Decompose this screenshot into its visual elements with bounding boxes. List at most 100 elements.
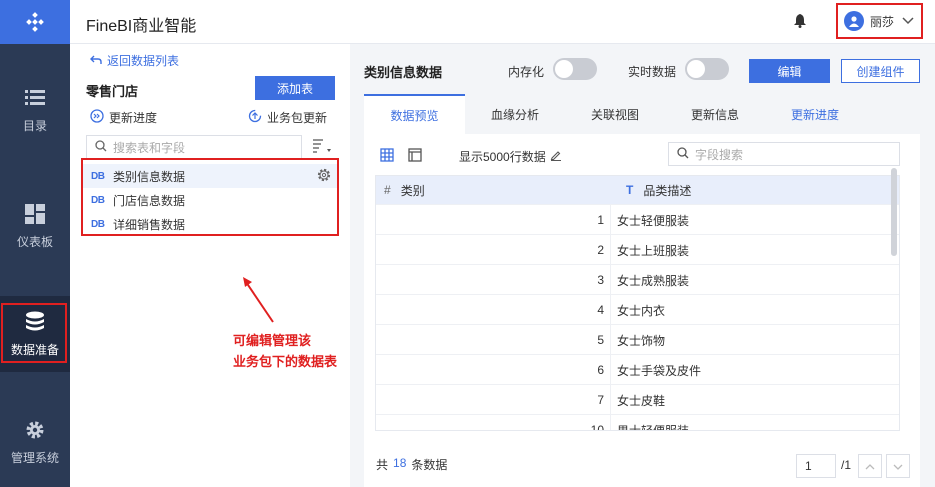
tab-relation-view[interactable]: 关联视图 — [565, 94, 665, 134]
table-row: 2 女士上班服装 — [376, 234, 899, 265]
cell-desc: 女士手袋及皮件 — [617, 363, 702, 378]
left-nav: 目录 仪表板 数据准备 管理系统 — [0, 0, 70, 487]
cell-id: 4 — [376, 295, 611, 325]
app-title: FineBI商业智能 — [86, 18, 197, 35]
realtime-label: 实时数据 — [628, 65, 677, 79]
top-bar: FineBI商业智能 丽莎 — [70, 0, 935, 44]
count-suffix: 条数据 — [411, 458, 448, 472]
db-table-icon: DB — [91, 194, 105, 206]
chevron-down-icon — [902, 14, 914, 28]
cell-id: 10 — [376, 415, 611, 430]
package-panel: 返回数据列表 零售门店 添加表 更新进度 业务包更新 搜索表和字段 DB 类别信… — [70, 44, 350, 487]
column-header[interactable]: T 品类描述 — [626, 176, 691, 204]
table-row: 6 女士手袋及皮件 — [376, 354, 899, 385]
search-icon — [95, 139, 107, 155]
back-to-list-link[interactable]: 返回数据列表 — [90, 52, 179, 69]
package-update-label: 业务包更新 — [267, 111, 328, 125]
db-table-icon: DB — [91, 218, 105, 230]
annotation-line: 业务包下的数据表 — [233, 354, 338, 369]
column-name: 类别 — [400, 183, 425, 198]
back-arrow-icon — [90, 54, 102, 68]
field-search-input[interactable]: 字段搜索 — [668, 142, 900, 166]
grid-scrollbar[interactable] — [891, 168, 897, 256]
cell-id: 3 — [376, 265, 611, 295]
column-header[interactable]: # 类别 — [384, 176, 425, 204]
page-number-input[interactable]: 1 — [796, 454, 836, 478]
bell-icon[interactable] — [794, 14, 806, 31]
cell-desc: 女士轻便服装 — [617, 213, 690, 228]
pencil-icon — [550, 149, 562, 164]
table-search-input[interactable]: 搜索表和字段 — [86, 135, 302, 159]
cell-id: 2 — [376, 235, 611, 265]
data-grid: # 类别 T 品类描述 1 女士轻便服装 2 女士上班服装 3 女士成熟服装 4 女士内… — [375, 175, 900, 431]
nav-label: 仪表板 — [16, 234, 53, 249]
highlight-box-nav — [1, 303, 67, 363]
field-search-placeholder: 字段搜索 — [695, 147, 744, 162]
table-row: 5 女士饰物 — [376, 324, 899, 355]
column-name: 品类描述 — [643, 183, 692, 198]
table-row: 1 女士轻便服装 — [376, 204, 899, 235]
row-count-label: 显示5000行数据 — [459, 150, 546, 164]
tab-update-progress[interactable]: 更新进度 — [765, 94, 865, 134]
nav-item-admin[interactable]: 管理系统 — [0, 404, 70, 480]
nav-label: 管理系统 — [10, 450, 59, 465]
count-value: 18 — [393, 456, 407, 470]
cell-id: 5 — [376, 325, 611, 355]
grid-view-icon[interactable] — [380, 148, 394, 165]
preview-content: 显示5000行数据 字段搜索 # 类别 T 品类描述 1 女士轻便服装 2 女士上班… — [364, 134, 920, 487]
table-item[interactable]: DB 类别信息数据 — [83, 164, 337, 188]
table-row: 7 女士皮鞋 — [376, 384, 899, 415]
realtime-toggle[interactable] — [685, 58, 729, 80]
count-prefix: 共 — [376, 458, 389, 472]
prev-page-button[interactable] — [858, 454, 882, 478]
table-name: 类别信息数据 — [113, 169, 186, 184]
gear-icon — [24, 419, 46, 441]
db-table-icon: DB — [91, 170, 105, 182]
update-progress-label: 更新进度 — [109, 111, 158, 125]
cell-desc: 女士饰物 — [617, 333, 666, 348]
add-table-button[interactable]: 添加表 — [255, 76, 335, 100]
next-page-button[interactable] — [886, 454, 910, 478]
cell-id: 6 — [376, 355, 611, 385]
table-list: DB 类别信息数据 DB 门店信息数据 DB 详细销售数据 — [81, 158, 339, 236]
table-item[interactable]: DB 详细销售数据 — [83, 212, 337, 236]
edit-button[interactable]: 编辑 — [749, 59, 830, 83]
sort-icon[interactable] — [312, 137, 332, 158]
memory-toggle[interactable] — [553, 58, 597, 80]
package-update-button[interactable]: 业务包更新 — [248, 109, 327, 126]
detail-view-icon[interactable] — [408, 148, 422, 165]
logo-icon — [26, 12, 44, 32]
record-count: 共 18 条数据 — [376, 456, 447, 473]
search-placeholder: 搜索表和字段 — [113, 140, 186, 155]
tab-lineage[interactable]: 血缘分析 — [465, 94, 565, 134]
refresh-icon — [248, 109, 262, 126]
logo[interactable] — [0, 0, 70, 44]
row-count-setting[interactable]: 显示5000行数据 — [459, 148, 562, 165]
table-name: 门店信息数据 — [113, 193, 186, 208]
grid-header: # 类别 T 品类描述 — [376, 176, 899, 204]
cell-desc: 男士轻便服装 — [617, 423, 690, 431]
nav-item-catalog[interactable]: 目录 — [0, 72, 70, 148]
table-settings-icon[interactable] — [317, 168, 331, 185]
annotation-arrow — [243, 277, 274, 323]
nav-item-dashboard[interactable]: 仪表板 — [0, 188, 70, 264]
memory-label: 内存化 — [508, 65, 545, 79]
chevron-down-icon — [893, 459, 903, 473]
list-icon — [24, 87, 46, 109]
number-type-icon: # — [384, 183, 391, 197]
cell-desc: 女士成熟服装 — [617, 273, 690, 288]
table-row: 10 男士轻便服装 — [376, 414, 899, 431]
progress-icon — [90, 109, 104, 126]
cell-desc: 女士上班服装 — [617, 243, 690, 258]
table-name: 详细销售数据 — [113, 217, 186, 232]
cell-desc: 女士内衣 — [617, 303, 666, 318]
tab-update-info[interactable]: 更新信息 — [665, 94, 765, 134]
cell-id: 7 — [376, 385, 611, 415]
update-progress-button[interactable]: 更新进度 — [90, 109, 157, 126]
create-component-button[interactable]: 创建组件 — [841, 59, 920, 83]
tab-data-preview[interactable]: 数据预览 — [364, 94, 465, 134]
user-menu[interactable]: 丽莎 — [836, 3, 923, 39]
annotation-text: 可编辑管理该 业务包下的数据表 — [233, 330, 337, 372]
back-label: 返回数据列表 — [107, 54, 180, 68]
table-item[interactable]: DB 门店信息数据 — [83, 188, 337, 212]
